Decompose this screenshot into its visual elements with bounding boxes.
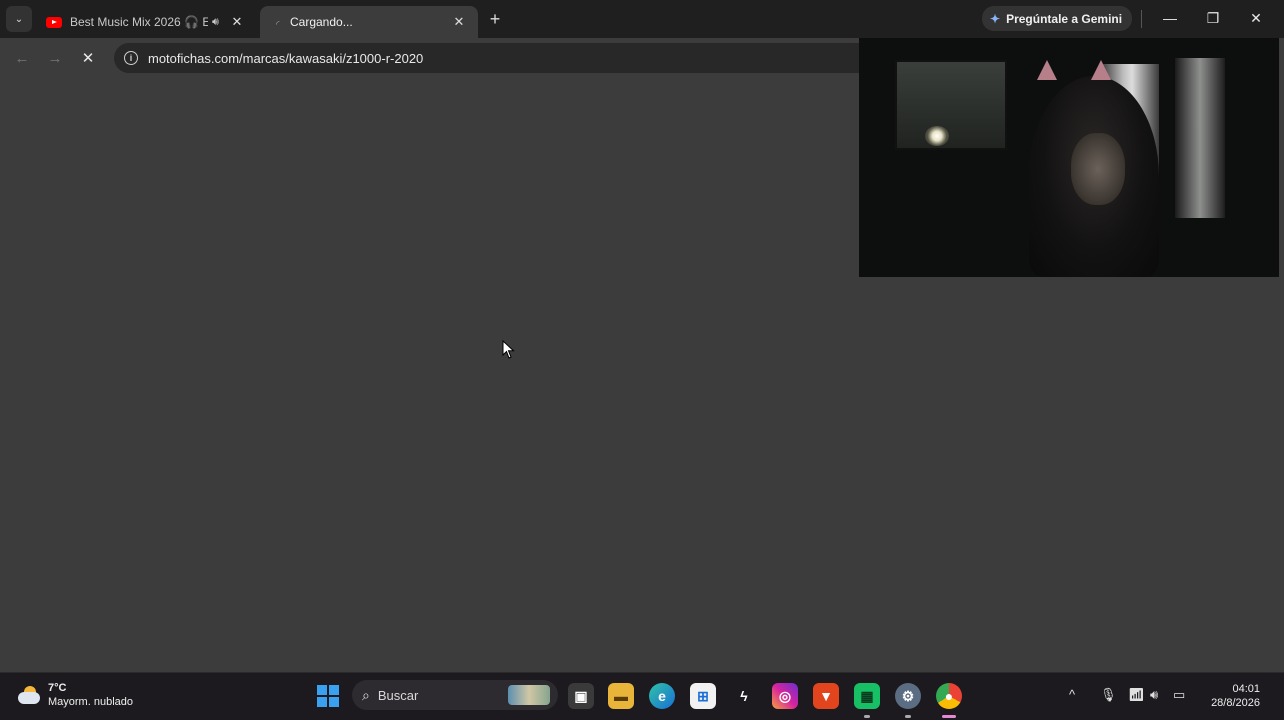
start-button[interactable] <box>317 685 339 707</box>
brave-icon[interactable]: ▼ <box>813 683 839 709</box>
arrow-right-icon: → <box>47 49 63 67</box>
restore-button[interactable]: ❐ <box>1198 6 1228 30</box>
lightning-app-icon[interactable]: ϟ <box>731 683 757 709</box>
search-icon: ⌕ <box>362 686 370 703</box>
clock-time: 04:01 <box>1232 683 1260 695</box>
microsoft-store-icon[interactable]: ⊞ <box>690 683 716 709</box>
speaker-icon[interactable]: 🔊︎ <box>212 16 219 29</box>
tab-title: Cargando... <box>290 15 353 29</box>
gemini-button[interactable]: ✦ Pregúntale a Gemini <box>982 6 1133 31</box>
back-button[interactable]: ← <box>10 46 34 70</box>
url-text[interactable]: motofichas.com/marcas/kawasaki/z1000-r-2… <box>148 51 423 66</box>
new-tab-button[interactable]: + <box>484 8 506 30</box>
cat-ear-right <box>1091 60 1111 80</box>
battery-icon[interactable]: ▭ <box>1173 687 1185 703</box>
youtube-icon <box>46 16 62 28</box>
file-explorer-icon[interactable]: ▬ <box>608 683 634 709</box>
instagram-icon[interactable]: ◎ <box>772 683 798 709</box>
wifi-icon[interactable]: 📶︎ <box>1128 687 1145 703</box>
taskbar-search[interactable]: ⌕ Buscar <box>352 680 558 710</box>
chrome-icon[interactable]: ● <box>936 683 962 709</box>
system-clock[interactable]: 04:01 28/8/2026 <box>1211 682 1260 710</box>
weather-widget[interactable]: 7°C Mayorm. nublado <box>16 681 133 709</box>
task-view-icon[interactable]: ▣ <box>568 683 594 709</box>
gemini-label: Pregúntale a Gemini <box>1006 11 1123 26</box>
webcam-face <box>1071 133 1125 205</box>
divider <box>1141 10 1142 28</box>
tab-search-button[interactable]: ⌄ <box>6 6 32 32</box>
mouse-cursor-icon <box>502 340 515 359</box>
taskbar: 7°C Mayorm. nublado ⌕ Buscar ▣ ▬ e ⊞ ϟ ◎… <box>0 672 1284 720</box>
microphone-icon[interactable]: 🎙︎ <box>1100 687 1117 703</box>
tab-loading[interactable]: ◜ Cargando... ✕ <box>260 6 478 38</box>
webcam-background-window <box>895 60 1007 150</box>
settings-icon[interactable]: ⚙ <box>895 683 921 709</box>
chevron-down-icon: ⌄ <box>14 13 24 25</box>
weather-temperature: 7°C <box>48 682 67 694</box>
address-bar[interactable]: i motofichas.com/marcas/kawasaki/z1000-r… <box>114 43 874 73</box>
search-highlight-image <box>508 685 550 705</box>
search-placeholder: Buscar <box>377 687 419 703</box>
running-indicator <box>864 715 870 718</box>
forward-button[interactable]: → <box>43 46 67 70</box>
clock-date: 28/8/2026 <box>1211 697 1260 709</box>
gemini-star-icon: ✦ <box>990 11 1001 26</box>
close-icon: ✕ <box>81 50 95 67</box>
edge-icon[interactable]: e <box>649 683 675 709</box>
info-icon[interactable]: i <box>124 51 138 65</box>
active-indicator <box>942 715 956 718</box>
stop-loading-button[interactable]: ✕ <box>76 46 100 70</box>
close-window-button[interactable]: ✕ <box>1241 6 1271 30</box>
android-app-icon[interactable]: ▦ <box>854 683 880 709</box>
tab-title: Best Music Mix 2026 🎧 EDM <box>70 15 208 29</box>
chevron-up-icon[interactable]: ^ <box>1069 687 1075 702</box>
close-tab-icon[interactable]: ✕ <box>228 13 246 31</box>
webcam-overlay <box>859 38 1279 277</box>
cat-ear-left <box>1037 60 1057 80</box>
webcam-lamp <box>925 126 949 146</box>
arrow-left-icon: ← <box>14 49 30 67</box>
webcam-background-panel <box>1175 58 1225 218</box>
tab-youtube[interactable]: Best Music Mix 2026 🎧 EDM 🔊︎ ✕ <box>38 6 256 38</box>
minimize-button[interactable]: — <box>1155 6 1185 30</box>
weather-condition: Mayorm. nublado <box>48 696 133 708</box>
loading-icon: ◜ <box>276 19 280 29</box>
close-tab-icon[interactable]: ✕ <box>450 13 468 31</box>
running-indicator <box>905 715 911 718</box>
volume-icon[interactable]: 🔊︎ <box>1150 687 1158 703</box>
partly-cloudy-icon <box>16 684 42 706</box>
tab-strip: ⌄ Best Music Mix 2026 🎧 EDM 🔊︎ ✕ ◜ Carga… <box>0 0 1284 38</box>
desktop-screen: ⌄ Best Music Mix 2026 🎧 EDM 🔊︎ ✕ ◜ Carga… <box>0 0 1284 720</box>
